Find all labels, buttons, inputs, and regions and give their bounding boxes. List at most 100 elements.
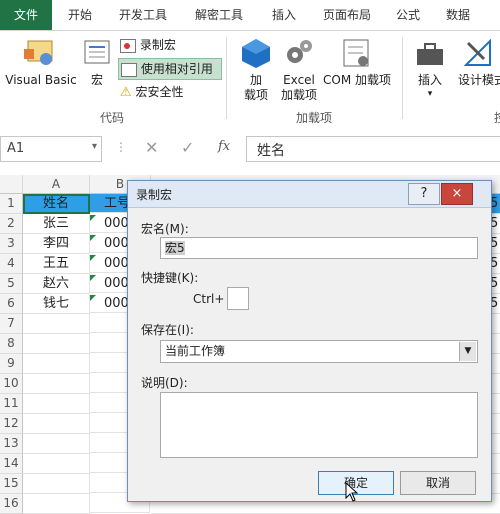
chevron-down-icon: ▾ xyxy=(427,89,433,99)
design-mode-button[interactable]: 设计模式 xyxy=(452,35,500,89)
addins-button[interactable]: 加 载项 xyxy=(236,35,276,102)
row-header[interactable]: 10 xyxy=(0,374,23,394)
tab-decrypt-tools[interactable]: 解密工具 xyxy=(186,0,252,30)
row-header[interactable]: 2 xyxy=(0,214,23,234)
row-header[interactable]: 9 xyxy=(0,354,23,374)
column-header-a[interactable]: A xyxy=(23,175,90,194)
row-header[interactable]: 11 xyxy=(0,394,23,414)
cancel-button[interactable]: 取消 xyxy=(400,471,476,495)
name-box[interactable]: A1 ▾ xyxy=(0,136,102,162)
help-button[interactable]: ? xyxy=(408,183,440,205)
macro-security-button[interactable]: ⚠ 宏安全性 xyxy=(120,82,184,102)
row-header[interactable]: 5 xyxy=(0,274,23,294)
macros-button[interactable]: 宏 xyxy=(80,35,114,89)
tab-developer[interactable]: 开发工具 xyxy=(110,0,176,30)
row-header[interactable]: 4 xyxy=(0,254,23,274)
gear-icon xyxy=(287,40,312,63)
record-macro-button[interactable]: 录制宏 xyxy=(120,35,176,55)
shortcut-key-label: 快捷键(K): xyxy=(141,271,199,285)
formula-bar-area: A1 ▾ ⋮ ✕ ✓ fx 姓名 xyxy=(0,126,500,172)
row-header[interactable]: 13 xyxy=(0,434,23,454)
dialog-title-bar[interactable]: 录制宏 ? × xyxy=(128,181,491,208)
formula-input[interactable]: 姓名 xyxy=(246,136,500,162)
tab-page-layout[interactable]: 页面布局 xyxy=(314,0,380,30)
row-header[interactable]: 1 xyxy=(0,194,23,214)
tab-file[interactable]: 文件 xyxy=(0,0,52,30)
cell-a[interactable] xyxy=(23,474,90,494)
ribbon-separator xyxy=(226,37,227,119)
insert-function-icon[interactable]: fx xyxy=(218,139,230,154)
com-addins-button[interactable]: COM 加载项 xyxy=(320,35,394,89)
row-header[interactable]: 12 xyxy=(0,414,23,434)
excel-addins-label-line2: 加载项 xyxy=(280,88,317,102)
addins-icon xyxy=(242,39,270,68)
mouse-cursor-icon xyxy=(345,482,359,502)
cell-a[interactable] xyxy=(23,434,90,454)
cell-a[interactable]: 钱七 xyxy=(23,294,90,314)
store-macro-in-value: 当前工作簿 xyxy=(165,344,226,358)
addins-label-line2: 载项 xyxy=(243,88,268,102)
cell-a[interactable]: 王五 xyxy=(23,254,90,274)
cell-a[interactable] xyxy=(23,314,90,334)
chevron-down-icon[interactable]: ▼ xyxy=(459,342,476,361)
description-label: 说明(D): xyxy=(141,376,188,390)
cell-a1-selected[interactable]: 姓名 xyxy=(23,194,90,214)
row-header[interactable]: 6 xyxy=(0,294,23,314)
cell-a[interactable] xyxy=(23,494,90,514)
record-macro-icon xyxy=(120,38,136,53)
relative-references-label: 使用相对引用 xyxy=(140,62,213,76)
row-header[interactable]: 7 xyxy=(0,314,23,334)
row-header[interactable]: 3 xyxy=(0,234,23,254)
excel-addins-label-line1: Excel xyxy=(283,73,315,87)
code-group-label: 代码 xyxy=(99,111,124,125)
tab-formulas[interactable]: 公式 xyxy=(388,0,428,30)
macro-name-input[interactable]: 宏5 xyxy=(160,237,478,259)
excel-addins-button[interactable]: Excel 加载项 xyxy=(278,35,320,102)
more-options-icon: ⋮ xyxy=(115,140,127,154)
enter-icon[interactable]: ✓ xyxy=(181,138,194,157)
row-header[interactable]: 14 xyxy=(0,454,23,474)
record-macro-dialog: 录制宏 ? × 宏名(M): 宏5 快捷键(K): Ctrl+ 保存在(I): … xyxy=(127,180,492,502)
ctrl-label: Ctrl+ xyxy=(193,292,225,306)
formula-value: 姓名 xyxy=(257,143,285,159)
addins-label-line1: 加 xyxy=(249,73,262,87)
cell-a[interactable] xyxy=(23,374,90,394)
warning-icon: ⚠ xyxy=(120,85,132,100)
visual-basic-icon xyxy=(24,40,53,65)
store-macro-in-select[interactable]: 当前工作簿 ▼ xyxy=(160,340,478,363)
description-textarea[interactable] xyxy=(160,392,478,458)
tab-home[interactable]: 开始 xyxy=(58,0,102,30)
visual-basic-button[interactable]: Visual Basic xyxy=(4,35,78,89)
name-box-value: A1 xyxy=(7,141,25,156)
row-header[interactable]: 8 xyxy=(0,334,23,354)
shortcut-key-input[interactable] xyxy=(227,287,249,310)
cell-a[interactable] xyxy=(23,394,90,414)
cell-a[interactable] xyxy=(23,414,90,434)
select-all-corner[interactable] xyxy=(0,175,23,194)
visual-basic-label: Visual Basic xyxy=(5,73,77,87)
use-relative-references-button[interactable]: 使用相对引用 xyxy=(118,58,222,80)
macro-name-value: 宏5 xyxy=(165,241,185,255)
ribbon: Visual Basic 宏 录制宏 使用相对引用 ⚠ 宏安全性 代码 加 载项 xyxy=(0,31,500,127)
ribbon-tab-bar: 文件 开始 开发工具 解密工具 插入 页面布局 公式 数据 xyxy=(0,0,500,31)
cell-a[interactable] xyxy=(23,454,90,474)
cancel-icon[interactable]: ✕ xyxy=(145,138,158,157)
tab-data[interactable]: 数据 xyxy=(436,0,480,30)
store-macro-in-label: 保存在(I): xyxy=(141,323,194,337)
close-button[interactable]: × xyxy=(441,183,473,205)
macros-icon xyxy=(84,40,110,64)
insert-controls-button[interactable]: 插入 ▾ xyxy=(410,35,450,101)
chevron-down-icon[interactable]: ▾ xyxy=(92,141,97,152)
dialog-title: 录制宏 xyxy=(136,188,173,202)
cell-a[interactable] xyxy=(23,354,90,374)
record-macro-label: 录制宏 xyxy=(139,38,176,52)
cell-a[interactable] xyxy=(23,334,90,354)
cell-a[interactable]: 张三 xyxy=(23,214,90,234)
design-mode-icon xyxy=(463,38,491,66)
tab-insert[interactable]: 插入 xyxy=(262,0,306,30)
cell-a[interactable]: 赵六 xyxy=(23,274,90,294)
macros-label: 宏 xyxy=(90,73,103,87)
row-header[interactable]: 15 xyxy=(0,474,23,494)
cell-a[interactable]: 李四 xyxy=(23,234,90,254)
row-header[interactable]: 16 xyxy=(0,494,23,514)
